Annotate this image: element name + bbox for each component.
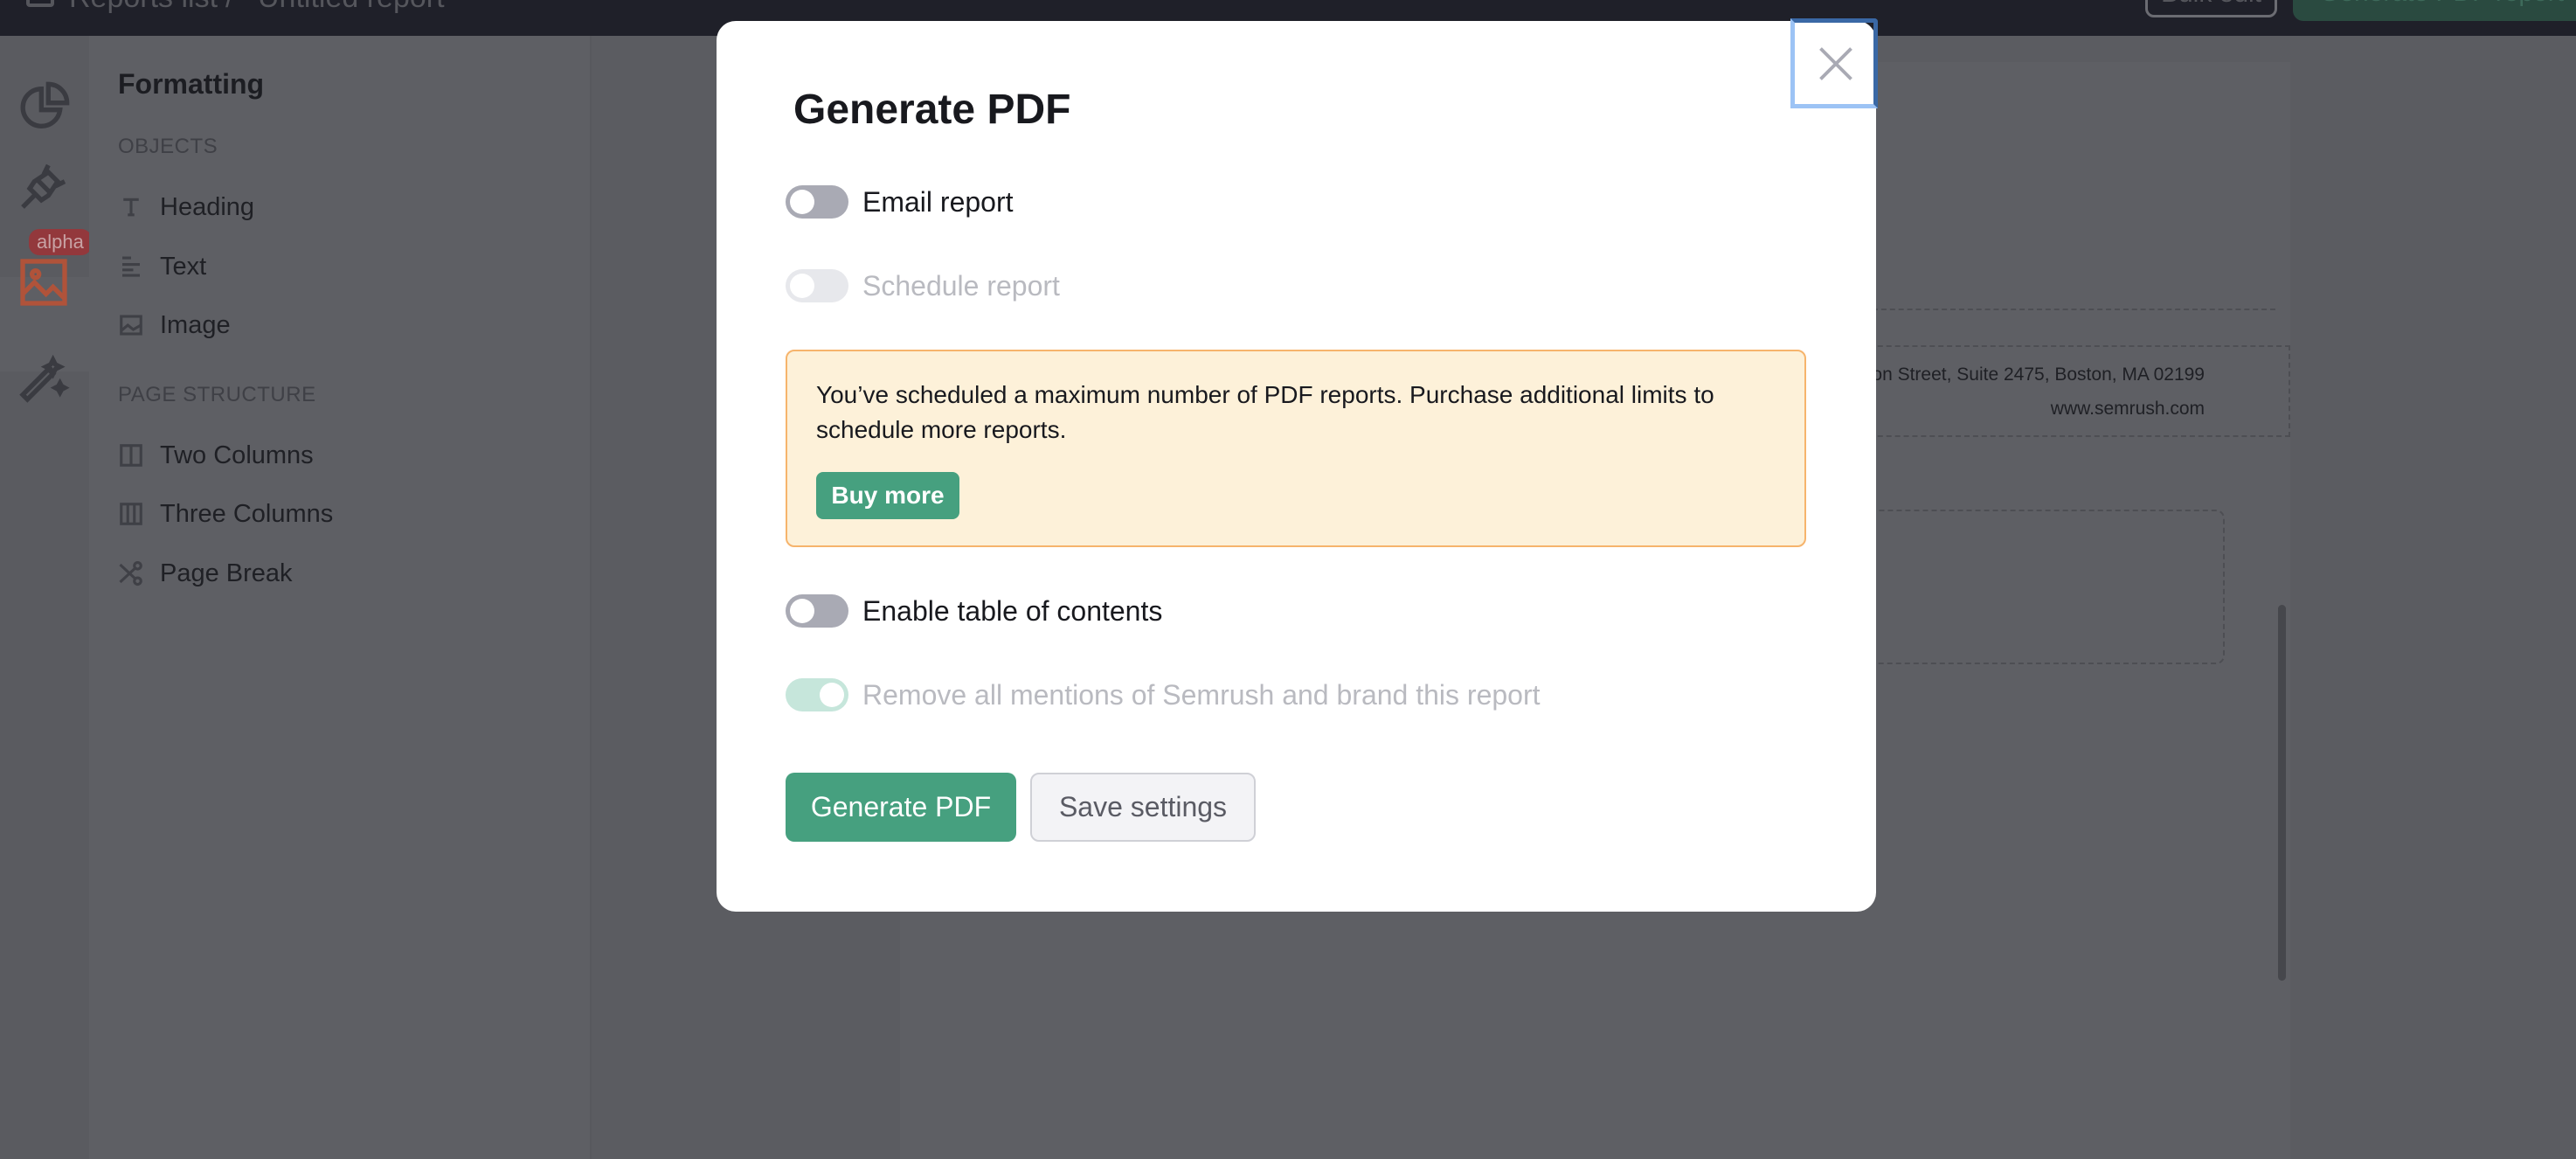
email-report-label: Email report [862,185,1014,218]
sidebar-item-heading[interactable]: Heading [118,190,254,225]
schedule-report-label: Schedule report [862,269,1060,302]
sidebar-item-page-break[interactable]: Page Break [118,556,293,591]
objects-header: OBJECTS [118,135,218,158]
branding-label: Remove all mentions of Semrush and brand… [862,678,1541,711]
sidebar-item-three-columns[interactable]: Three Columns [118,496,333,531]
toc-label: Enable table of contents [862,594,1163,627]
page-structure-header: PAGE STRUCTURE [118,383,316,406]
warning-text: You’ve scheduled a maximum number of PDF… [816,381,1714,443]
sidebar-item-label: Three Columns [160,499,334,528]
sidebar-item-two-columns[interactable]: Two Columns [118,438,314,473]
sidebar-item-label: Page Break [160,559,293,587]
sidebar-title: Formatting [118,68,265,100]
page-divider [1873,309,2275,310]
plug-icon[interactable] [16,158,72,214]
branding-toggle[interactable] [786,678,848,711]
limit-warning: You’ve scheduled a maximum number of PDF… [786,350,1806,547]
sidebar-item-image[interactable]: Image [118,308,231,343]
email-report-row: Email report [786,184,1014,219]
toc-row: Enable table of contents [786,593,1162,628]
two-columns-icon [120,444,142,467]
report-name[interactable]: Untitled report [258,0,445,15]
sidebar-item-label: Two Columns [160,441,314,469]
scrollbar[interactable] [2278,605,2286,981]
save-settings-button[interactable]: Save settings [1030,773,1256,842]
branding-row: Remove all mentions of Semrush and brand… [786,677,1541,712]
pie-chart-icon[interactable] [16,80,72,135]
reports-icon [26,0,54,7]
generate-pdf-button[interactable]: Generate PDF [786,773,1016,842]
sidebar-item-label: Image [160,310,231,339]
three-columns-icon [120,503,142,525]
generate-pdf-modal: Generate PDF Email report Schedule repor… [717,18,1878,912]
image-icon [120,315,142,336]
sidebar-item-label: Text [160,252,207,281]
heading-icon [123,198,139,217]
icon-rail: alpha [0,36,92,1159]
sidebar-item-text[interactable]: Text [118,249,206,284]
bulk-edit-button[interactable]: Bulk edit [2145,0,2277,17]
generate-pdf-report-button[interactable]: Generate PDF report [2293,0,2576,21]
schedule-report-toggle[interactable] [786,269,848,302]
modal-title: Generate PDF [793,87,1071,133]
sidebar-item-label: Heading [160,192,255,221]
schedule-report-row: Schedule report [786,268,1060,303]
email-report-toggle[interactable] [786,185,848,219]
magic-wand-icon[interactable] [16,350,72,406]
buy-more-button[interactable]: Buy more [816,472,959,519]
breadcrumb-separator: / [225,0,233,15]
breadcrumb-reports-list[interactable]: Reports list [69,0,218,15]
close-button[interactable] [1790,18,1878,108]
company-website: www.semrush.com [2050,399,2205,419]
scissors-icon [119,560,142,586]
image-icon[interactable] [16,254,72,310]
alpha-badge: alpha [29,229,92,255]
close-icon [1819,47,1852,80]
text-icon [122,256,140,277]
company-address: on Street, Suite 2475, Boston, MA 02199 [1872,364,2205,385]
table-of-contents-toggle[interactable] [786,594,848,628]
formatting-sidebar: Formatting OBJECTS Heading Text Image PA… [89,36,592,1159]
